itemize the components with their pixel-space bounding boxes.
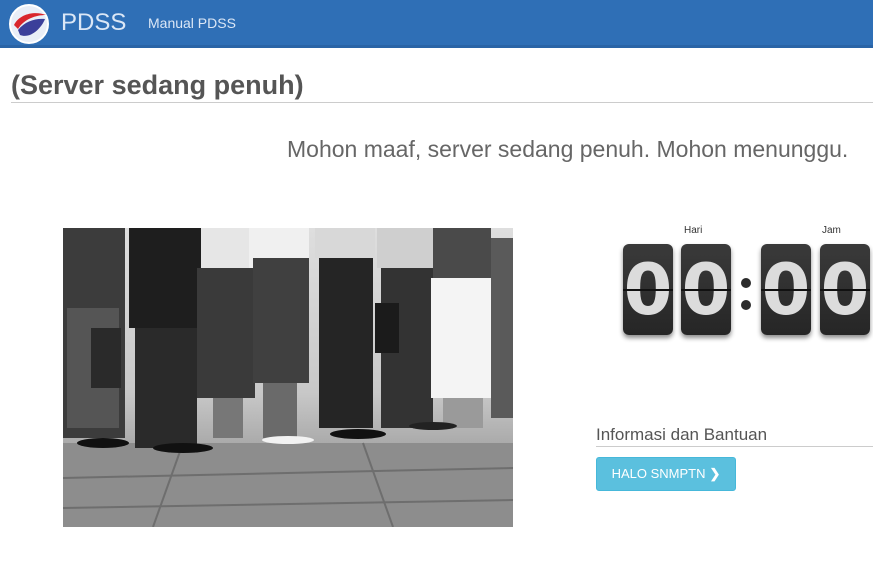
countdown-digit-jam-1: 0 <box>761 244 811 335</box>
nav-link-manual-pdss[interactable]: Manual PDSS <box>148 15 236 31</box>
digit-value: 0 <box>761 249 811 331</box>
digit-value: 0 <box>623 249 673 331</box>
brand-title[interactable]: PDSS <box>61 9 126 37</box>
countdown-label-hari: Hari <box>684 225 703 236</box>
queue-photo <box>63 228 513 527</box>
countdown-digit-hari-1: 0 <box>623 244 673 335</box>
halo-snmptn-button[interactable]: HALO SNMPTN ❯ <box>596 457 736 491</box>
info-divider <box>596 446 873 447</box>
countdown-label-jam: Jam <box>822 225 841 236</box>
title-divider <box>11 102 873 103</box>
digit-value: 0 <box>820 249 870 331</box>
countdown-separator-icon <box>740 268 752 318</box>
page-title: (Server sedang penuh) <box>11 70 304 100</box>
digit-value: 0 <box>681 249 731 331</box>
halo-snmptn-label: HALO SNMPTN <box>611 466 706 481</box>
countdown-digit-jam-2: 0 <box>820 244 870 335</box>
server-full-message: Mohon maaf, server sedang penuh. Mohon m… <box>287 136 849 162</box>
pdss-logo-icon[interactable] <box>8 3 50 45</box>
chevron-right-icon: ❯ <box>709 466 721 481</box>
info-section-title: Informasi dan Bantuan <box>596 425 768 444</box>
countdown-digit-hari-2: 0 <box>681 244 731 335</box>
top-navbar: PDSS Manual PDSS <box>0 0 873 48</box>
